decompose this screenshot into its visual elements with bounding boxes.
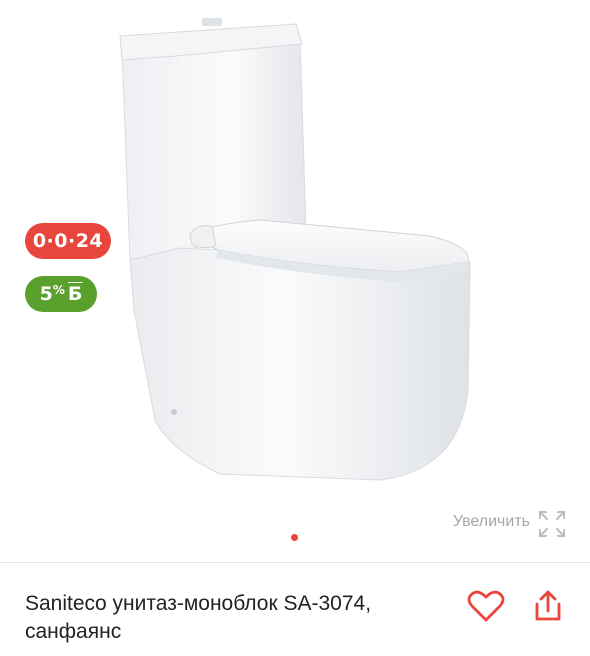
toilet-product-image[interactable] bbox=[100, 10, 490, 488]
product-title: Saniteco унитаз-моноблок SA-3074, санфая… bbox=[25, 592, 372, 643]
installment-badge-label: 0·0·24 bbox=[32, 230, 104, 252]
pager-dot-active[interactable] bbox=[291, 534, 298, 541]
favorite-button[interactable] bbox=[466, 586, 506, 626]
bonus-badge[interactable]: 5% Б bbox=[25, 276, 97, 312]
zoom-label[interactable]: Увеличить bbox=[453, 513, 530, 531]
bonus-value: 5 bbox=[39, 283, 53, 305]
installment-badge[interactable]: 0·0·24 bbox=[25, 223, 111, 259]
expand-icon[interactable] bbox=[536, 508, 568, 540]
share-button[interactable] bbox=[528, 586, 568, 626]
product-gallery[interactable]: 0·0·24 5% Б Увеличить bbox=[0, 0, 590, 562]
bonus-currency-letter: Б bbox=[67, 283, 83, 305]
bonus-percent: % bbox=[52, 283, 65, 297]
heart-icon bbox=[467, 590, 505, 622]
share-icon bbox=[535, 590, 561, 621]
divider bbox=[0, 562, 590, 563]
